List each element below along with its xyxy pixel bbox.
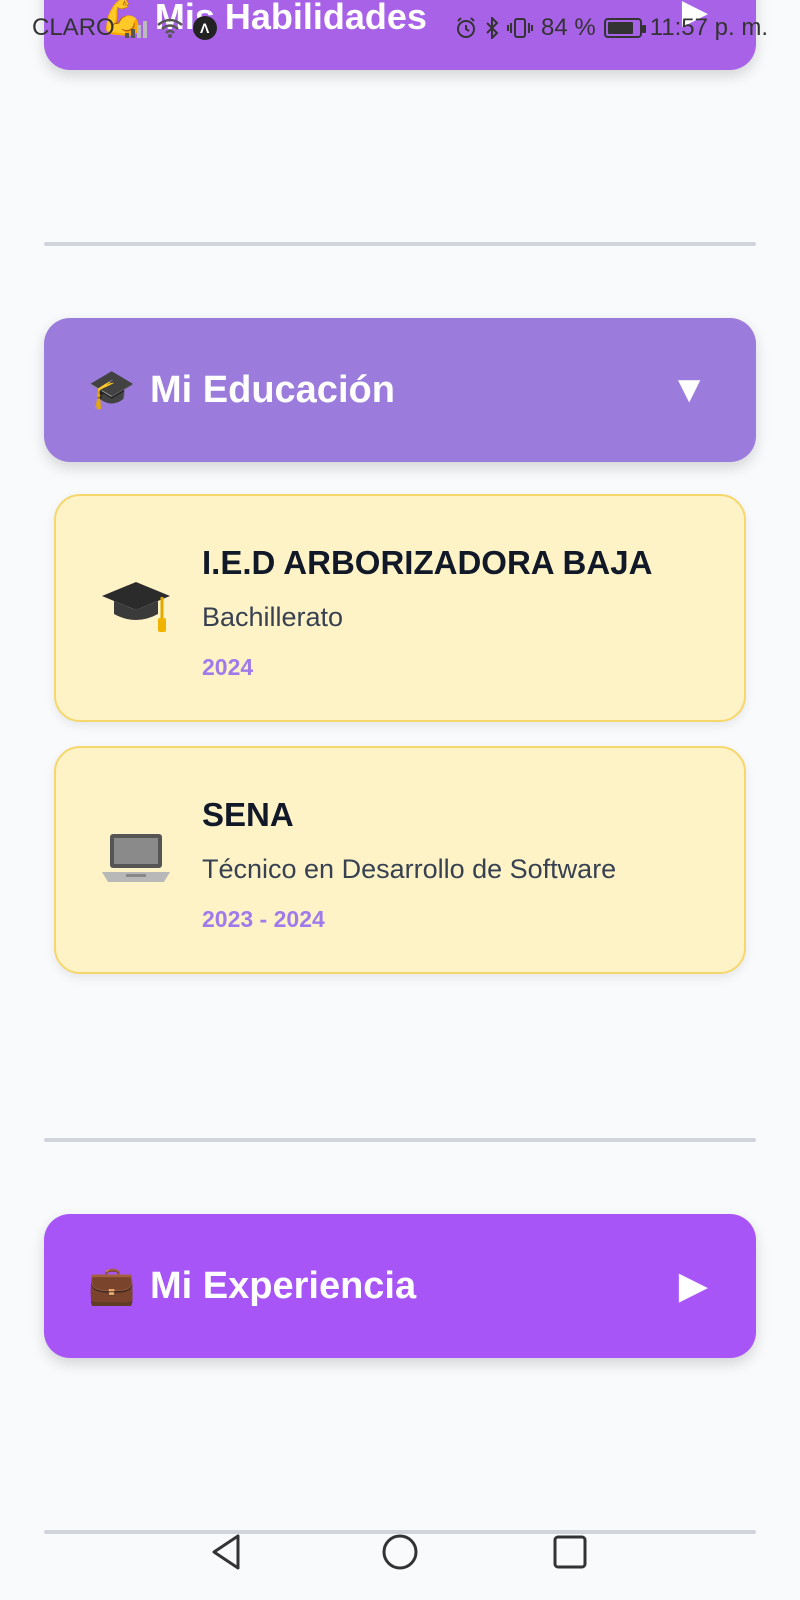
- education-card: SENA Técnico en Desarrollo de Software 2…: [54, 746, 746, 974]
- alarm-icon: [457, 17, 475, 38]
- clock-time: 11:57 p. m.: [649, 14, 768, 41]
- carrier-name: CLARO: [32, 14, 115, 41]
- graduation-cap-icon: 🎓: [88, 369, 136, 411]
- battery-icon: [603, 18, 646, 38]
- laptop-icon: [102, 834, 170, 882]
- battery-percentage: 84 %: [541, 14, 596, 41]
- expand-arrow-icon: ▶: [678, 1265, 708, 1307]
- bluetooth-icon: [486, 17, 499, 39]
- collapse-arrow-icon: ▼: [670, 369, 708, 411]
- app-notification-icon: Λ: [192, 16, 217, 40]
- vibrate-icon: [507, 18, 533, 38]
- section-divider: [44, 242, 756, 246]
- signal-icon: [124, 18, 147, 38]
- system-navigation-bar: [0, 1500, 800, 1600]
- graduation-cap-icon: [102, 582, 170, 632]
- experience-section-label: Mi Experiencia: [150, 1265, 417, 1307]
- portfolio-page: 💪 Mis Habilidades ▶ CLARO Λ 84 % 11:57 p…: [0, 0, 800, 1600]
- degree-name: Bachillerato: [202, 602, 344, 632]
- section-divider: [44, 1138, 756, 1142]
- education-years: 2023 - 2024: [202, 906, 325, 932]
- education-section-header[interactable]: 🎓 Mi Educación ▼: [44, 318, 756, 462]
- back-icon[interactable]: [208, 1532, 248, 1572]
- education-section-label: Mi Educación: [150, 369, 395, 411]
- briefcase-icon: 💼: [88, 1265, 136, 1307]
- home-icon[interactable]: [380, 1532, 420, 1572]
- recents-icon[interactable]: [550, 1532, 590, 1572]
- education-years: 2024: [202, 654, 254, 680]
- experience-section-header[interactable]: 💼 Mi Experiencia ▶: [44, 1214, 756, 1358]
- degree-name: Técnico en Desarrollo de Software: [202, 854, 617, 884]
- institution-name: I.E.D ARBORIZADORA BAJA: [202, 544, 653, 581]
- institution-name: SENA: [202, 796, 294, 833]
- status-bar: CLARO Λ 84 % 11:57 p. m.: [0, 0, 800, 56]
- wifi-icon: [156, 18, 183, 38]
- education-card: I.E.D ARBORIZADORA BAJA Bachillerato 202…: [54, 494, 746, 722]
